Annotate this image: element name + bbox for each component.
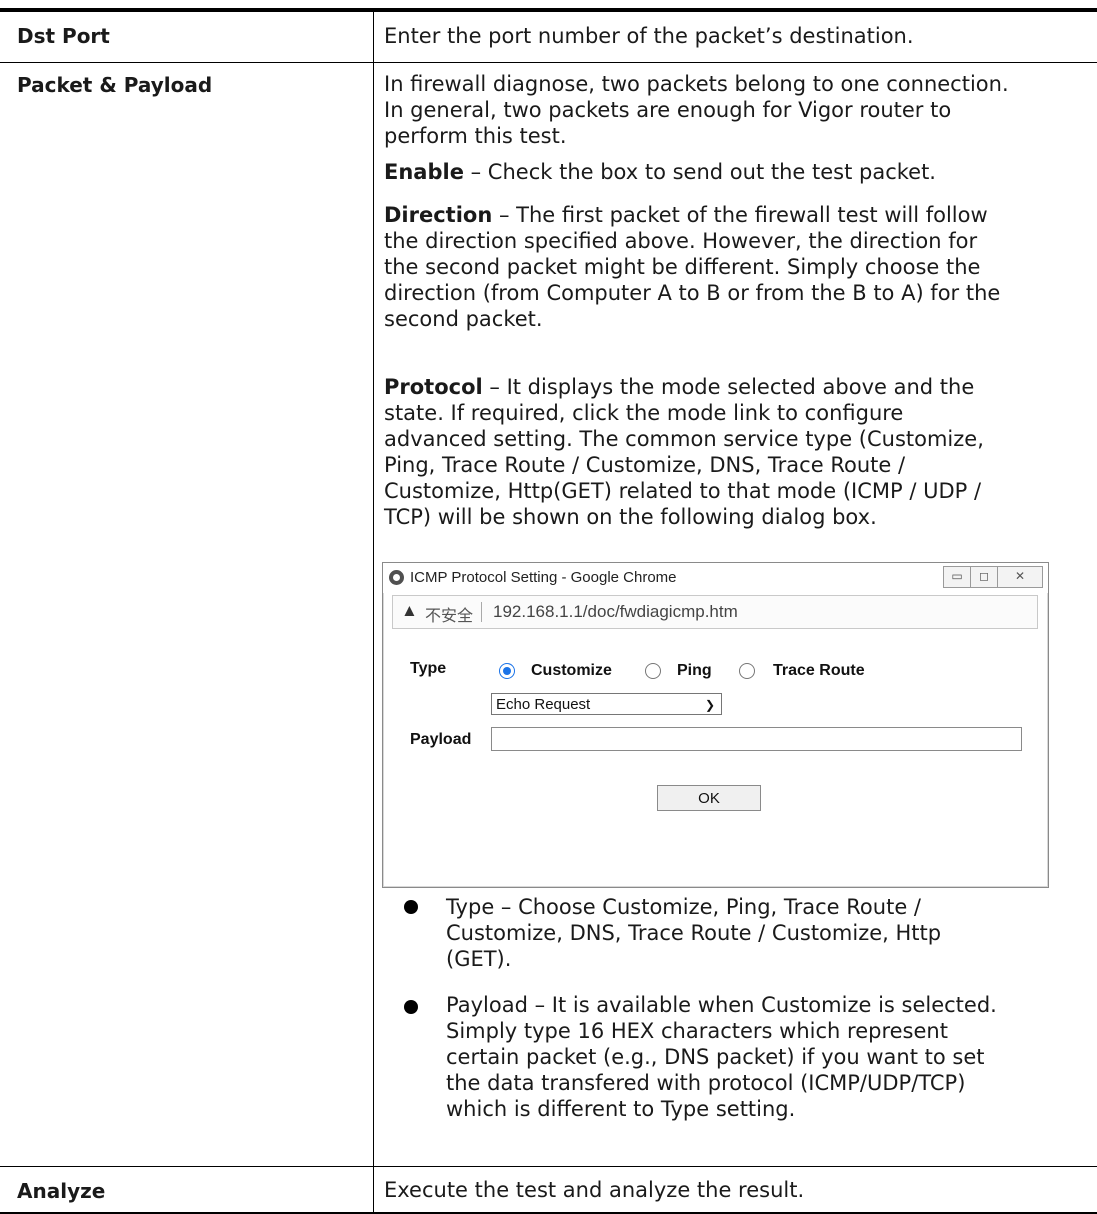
row-label-packet-payload: Packet & Payload	[17, 73, 213, 97]
maximize-button[interactable]: ◻	[970, 566, 998, 588]
packet-intro: In firewall diagnose, two packets belong…	[384, 71, 1090, 149]
text-line: In firewall diagnose, two packets belong…	[384, 72, 1009, 96]
document-table: Dst Port Enter the port number of the pa…	[0, 0, 1097, 1214]
bullet-type: Type – Choose Customize, Ping, Trace Rou…	[446, 894, 1091, 972]
radio-trace-route-label: Trace Route	[773, 662, 865, 679]
text-line: Simply type 16 HEX characters which repr…	[446, 1019, 948, 1043]
window-controls: ▭ ◻ ✕	[943, 566, 1043, 588]
icmp-protocol-dialog: ICMP Protocol Setting - Google Chrome ▭ …	[382, 562, 1049, 888]
warning-icon: ▲	[401, 601, 418, 620]
table-top-rule	[0, 8, 1097, 12]
text-line: TCP) will be shown on the following dial…	[384, 505, 877, 529]
radio-ping[interactable]	[645, 663, 661, 679]
enable-description: Enable – Check the box to send out the t…	[384, 159, 1090, 185]
text-line: the data transfered with protocol (ICMP/…	[446, 1071, 966, 1095]
payload-label: Payload	[410, 731, 472, 748]
text-line: – It displays the mode selected above an…	[482, 375, 975, 399]
text-line: Customize, DNS, Trace Route / Customize,…	[446, 921, 942, 945]
row-text-dst-port: Enter the port number of the packet’s de…	[384, 24, 914, 48]
chevron-down-icon: ❯	[704, 698, 715, 712]
text-line: In general, two packets are enough for V…	[384, 98, 952, 122]
address-separator	[481, 602, 482, 622]
dialog-title: ICMP Protocol Setting - Google Chrome	[410, 569, 677, 586]
text-line: (GET).	[446, 947, 512, 971]
radio-ping-label: Ping	[677, 662, 712, 679]
text-line: the second packet might be different. Si…	[384, 255, 981, 279]
row-label-analyze: Analyze	[17, 1179, 106, 1203]
select-value: Echo Request	[496, 696, 591, 713]
text-line: certain packet (e.g., DNS packet) if you…	[446, 1045, 985, 1069]
term-type: Type	[446, 895, 495, 919]
term-direction: Direction	[384, 203, 493, 227]
text-line: – Check the box to send out the test pac…	[463, 160, 936, 184]
text-line: – The first packet of the firewall test …	[492, 203, 988, 227]
bullet-icon	[404, 1000, 418, 1014]
text-line: – It is available when Customize is sele…	[527, 993, 997, 1017]
chrome-icon	[389, 570, 404, 585]
text-line: state. If required, click the mode link …	[384, 401, 904, 425]
row-label-dst-port: Dst Port	[17, 24, 110, 48]
close-button[interactable]: ✕	[997, 566, 1043, 588]
direction-description: Direction – The first packet of the fire…	[384, 202, 1090, 332]
term-protocol: Protocol	[384, 375, 483, 399]
minimize-button[interactable]: ▭	[943, 566, 971, 588]
radio-customize-label: Customize	[531, 662, 612, 679]
protocol-description: Protocol – It displays the mode selected…	[384, 374, 1090, 530]
text-line: second packet.	[384, 307, 543, 331]
address-url: 192.168.1.1/doc/fwdiagicmp.htm	[493, 602, 738, 621]
bullet-payload: Payload – It is available when Customize…	[446, 992, 1091, 1122]
text-line: Ping, Trace Route / Customize, DNS, Trac…	[384, 453, 906, 477]
text-line: Customize, Http(GET) related to that mod…	[384, 479, 982, 503]
bullet-icon	[404, 900, 418, 914]
address-bar[interactable]: ▲ 不安全 192.168.1.1/doc/fwdiagicmp.htm	[392, 595, 1038, 629]
radio-customize[interactable]	[499, 663, 515, 679]
text-line: which is different to Type setting.	[446, 1097, 796, 1121]
ok-button[interactable]: OK	[657, 785, 761, 811]
text-line: perform this test.	[384, 124, 567, 148]
text-line: the direction specified above. However, …	[384, 229, 978, 253]
icmp-type-select[interactable]: Echo Request ❯	[491, 693, 722, 715]
term-enable: Enable	[384, 160, 464, 184]
insecure-label: 不安全	[425, 608, 474, 625]
payload-input[interactable]	[491, 727, 1022, 751]
column-divider	[373, 12, 374, 1214]
text-line: advanced setting. The common service typ…	[384, 427, 984, 451]
text-line: – Choose Customize, Ping, Trace Route /	[494, 895, 921, 919]
row-text-analyze: Execute the test and analyze the result.	[384, 1178, 805, 1202]
radio-trace-route[interactable]	[739, 663, 755, 679]
text-line: direction (from Computer A to B or from …	[384, 281, 1001, 305]
type-label: Type	[410, 660, 447, 677]
term-payload: Payload	[446, 993, 528, 1017]
row-divider	[0, 1166, 1097, 1167]
dialog-titlebar: ICMP Protocol Setting - Google Chrome ▭ …	[383, 563, 1048, 593]
row-divider	[0, 62, 1097, 63]
